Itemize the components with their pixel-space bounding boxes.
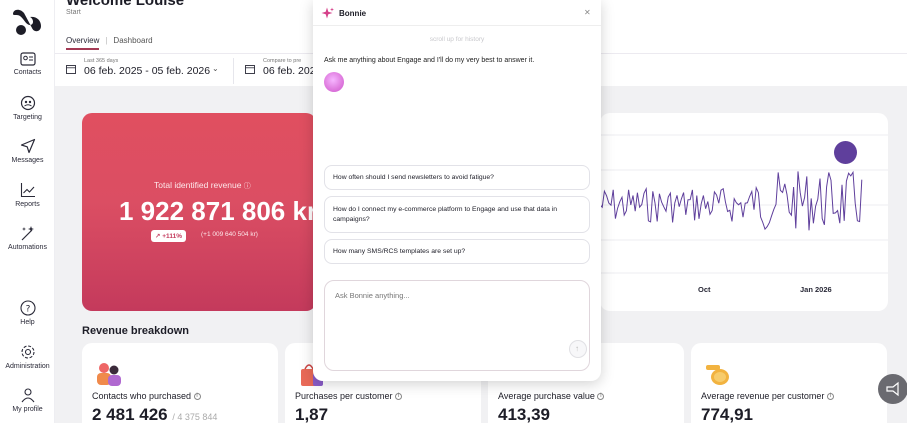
kpi-value: 2 481 426 / 4 375 844 [92,405,218,423]
history-hint: scroll up for history [429,36,485,43]
revenue-series-line [600,170,863,231]
coins-icon [706,365,729,385]
kpi-value: 413,39 [498,405,550,423]
assistant-avatar [324,72,344,92]
sidebar-item-administration[interactable]: Administration [0,344,55,370]
period-value: 06 feb. 2025 - 05 feb. 2026 [84,65,211,77]
chat-title: Bonnie [339,9,367,18]
sparkle-icon [21,226,34,241]
chart-icon [20,183,35,198]
breadcrumb: Start [66,9,81,16]
info-icon[interactable]: i [597,393,605,401]
svg-text:?: ? [25,305,30,315]
sidebar-item-contacts[interactable]: Contacts [0,52,55,76]
kpi-value: 1,87 [295,405,329,423]
sidebar-item-label: Targeting [13,114,42,121]
kpi-label: Average purchase value i [498,391,605,401]
people-icon [97,363,121,386]
contacts-icon [19,52,36,66]
compare-value: 06 feb. 202 [263,65,316,77]
x-tick-label: Jan 2026 [800,285,832,294]
sparkle-icon [321,7,334,19]
help-icon: ? [19,300,36,316]
sidebar-item-label: Help [20,319,35,326]
sidebar-item-label: Messages [11,157,44,164]
send-icon [20,138,35,154]
kpi-label: Purchases per customer i [295,391,403,401]
sidebar-item-reports[interactable]: Reports [0,182,55,208]
suggestion-chip[interactable]: How do I connect my e-commerce platform … [324,196,590,233]
period-selector[interactable]: Last 365 days 06 feb. 2025 - 05 feb. 202… [66,58,210,77]
x-tick-label: Oct [698,285,711,294]
sidebar-item-automations[interactable]: Automations [0,225,55,251]
chat-input[interactable]: Ask Bonnie anything... ↑ [324,280,590,371]
revenue-card: Total identified revenue ⓘ 1 922 871 806… [82,113,318,311]
divider [233,58,234,84]
revenue-label: Total identified revenue ⓘ [154,180,251,190]
kpi-value: 774,91 [701,405,753,423]
sidebar-item-my-profile[interactable]: My profile [0,387,55,413]
sidebar-item-label: Reports [15,201,40,208]
info-icon[interactable]: i [826,393,834,401]
kpi-card-average-revenue-per-customer: Average revenue per customer i 774,91 [691,343,887,423]
sidebar-item-label: Administration [5,363,50,370]
sidebar: Contacts Targeting Messages Reports Auto… [0,0,55,423]
page-title: Welcome Louise [66,0,185,9]
section-title: Revenue breakdown [82,325,189,337]
chat-input-placeholder: Ask Bonnie anything... [335,291,410,300]
info-icon[interactable]: i [193,393,201,401]
gear-icon [20,345,35,359]
revenue-change-absolute: (+1 009 640 504 kr) [201,231,258,238]
period-label: Last 365 days [84,58,119,64]
compare-selector[interactable]: Compare to pre 06 feb. 202 [245,58,316,77]
calendar-icon [245,65,255,74]
tab-dashboard[interactable]: Dashboard [113,36,152,45]
sidebar-item-messages[interactable]: Messages [0,138,55,164]
info-icon[interactable]: i [395,393,403,401]
chevron-down-icon[interactable]: ⌄ [212,64,219,73]
kpi-card-contacts-purchased: Contacts who purchased i 2 481 426 / 4 3… [82,343,278,423]
tabs: Overview | Dashboard [66,36,153,50]
trend-up-icon: ↗ [155,233,161,240]
compare-label: Compare to pre [263,58,302,64]
revenue-change-badge: ↗ +111% [151,230,186,242]
targeting-icon [20,95,35,111]
send-button[interactable]: ↑ [569,340,587,358]
brand-logo-icon[interactable] [10,6,44,38]
sidebar-item-label: My profile [12,406,43,413]
arrow-up-icon: ↑ [575,344,579,353]
sidebar-item-targeting[interactable]: Targeting [0,95,55,121]
megaphone-icon [886,381,899,397]
sidebar-item-label: Automations [8,244,47,251]
user-icon [21,388,34,403]
chart-focus-dot[interactable] [834,141,857,164]
suggestion-chip[interactable]: How often should I send newsletters to a… [324,165,590,190]
tab-separator: | [105,36,108,45]
suggestion-chip[interactable]: How many SMS/RCS templates are set up? [324,239,590,264]
assistant-chat-panel: Bonnie ✕ scroll up for history Ask me an… [313,0,601,381]
revenue-value: 1 922 871 806 kr [119,196,318,226]
calendar-icon [66,65,76,74]
sidebar-item-label: Contacts [13,69,42,76]
sidebar-item-help[interactable]: ? Help [0,300,55,326]
chat-header: Bonnie ✕ [313,0,601,26]
feedback-button[interactable] [878,374,907,404]
close-icon[interactable]: ✕ [584,8,591,17]
kpi-label: Contacts who purchased i [92,391,201,401]
kpi-label: Average revenue per customer i [701,391,834,401]
assistant-message: Ask me anything about Engage and I'll do… [324,57,535,64]
tab-overview[interactable]: Overview [66,36,100,50]
